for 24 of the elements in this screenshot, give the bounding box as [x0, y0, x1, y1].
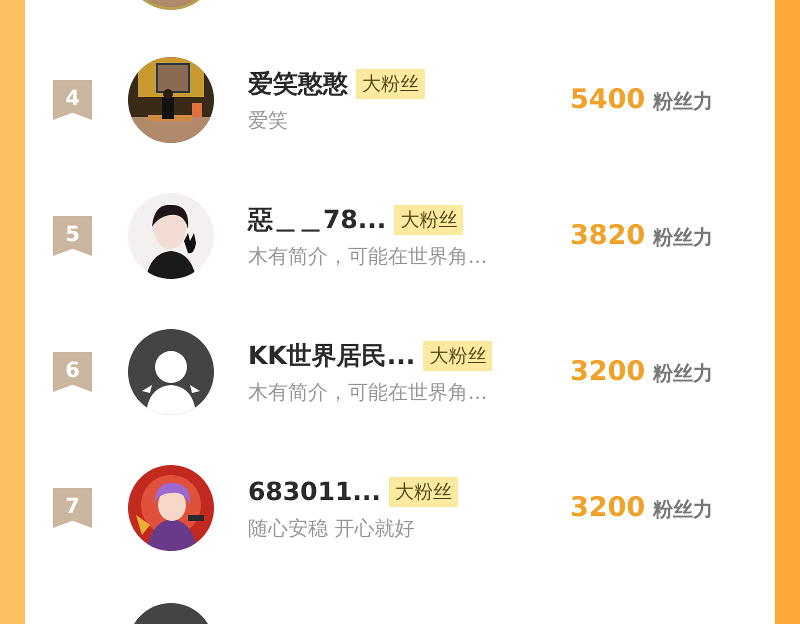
fan-level-tag: 大粉丝: [394, 204, 464, 236]
user-bio: 木有简介，可能在世界角...: [248, 378, 488, 406]
rank-badge: 6: [53, 352, 92, 392]
fan-level-tag: 大粉丝: [388, 476, 458, 508]
user-name[interactable]: 683011...: [248, 473, 381, 511]
fan-power-label: 粉丝力: [653, 360, 714, 387]
user-bio: 随心安稳 开心就好: [248, 514, 416, 542]
fan-level-tag: 大粉丝: [356, 68, 425, 100]
user-name[interactable]: KK世界居民...: [248, 337, 416, 375]
fan-power-score: 3820: [570, 218, 646, 253]
fan-power-score: 3200: [570, 354, 646, 389]
fan-level-tag: 大粉丝: [423, 340, 492, 372]
user-name[interactable]: 爱笑憨憨: [248, 65, 348, 103]
user-bio: 爱笑: [248, 106, 289, 134]
user-bio: 木有简介，可能在世界角...: [248, 242, 488, 270]
fan-power-score: 3200: [570, 490, 646, 525]
rank-badge: 5: [53, 216, 92, 256]
fan-power-score: 5400: [570, 82, 646, 117]
fan-power-label: 粉丝力: [653, 88, 714, 115]
user-name[interactable]: 惡＿＿78...: [248, 201, 386, 239]
rank-badge: 4: [53, 80, 92, 120]
fan-power-label: 粉丝力: [653, 224, 714, 251]
rank-badge: 7: [53, 488, 92, 528]
fan-power-label: 粉丝力: [653, 496, 714, 523]
